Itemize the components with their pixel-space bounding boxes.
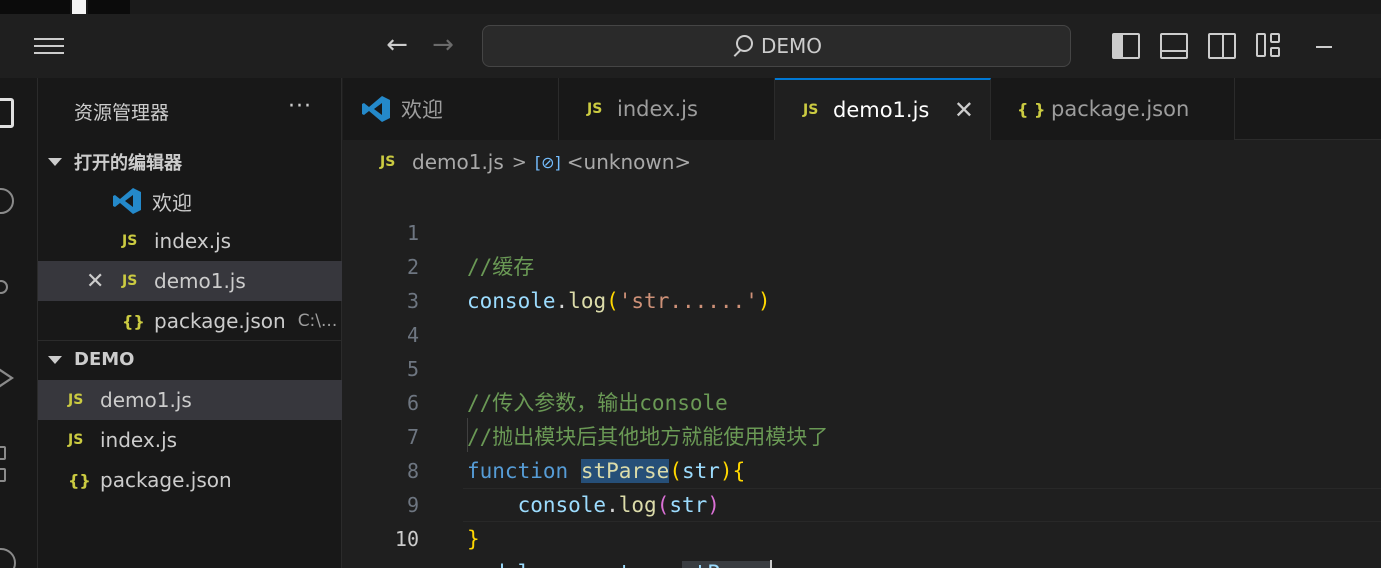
- vscode-icon: [361, 95, 391, 123]
- identifier-token: module: [467, 561, 543, 568]
- file-label: package.json: [100, 468, 232, 492]
- json-file-icon: { }: [1017, 99, 1046, 119]
- file-item-demo1-js[interactable]: JS demo1.js: [38, 380, 342, 420]
- js-file-icon: JS: [122, 233, 138, 249]
- js-file-icon: JS: [68, 432, 84, 448]
- open-editor-item-package-json[interactable]: {} package.json C:\...: [38, 301, 342, 341]
- extensions-icon[interactable]: [0, 446, 16, 486]
- identifier-token: exports: [556, 561, 645, 568]
- punct-token: .: [543, 561, 556, 568]
- activity-bar: [0, 78, 38, 568]
- search-icon: [731, 35, 753, 57]
- tab-demo1-js[interactable]: JS demo1.js ✕: [775, 78, 991, 140]
- customize-layout-icon[interactable]: [1256, 33, 1284, 59]
- tab-package-json[interactable]: { } package.json: [991, 78, 1235, 140]
- strip-segment: [72, 0, 86, 14]
- file-label: demo1.js: [100, 388, 192, 412]
- breadcrumb: JS demo1.js > [⊘] <unknown>: [380, 148, 691, 176]
- chevron-down-icon: [48, 355, 62, 364]
- toggle-panel-icon[interactable]: [1160, 33, 1188, 59]
- layout-controls: [1112, 33, 1284, 59]
- file-label: index.js: [100, 428, 178, 452]
- js-file-icon: JS: [803, 102, 819, 118]
- strip-segment: [88, 0, 130, 14]
- close-tab-icon[interactable]: ✕: [954, 96, 974, 124]
- code-line: 6 //抛出模块后其他地方就能使用模块了: [343, 352, 1381, 449]
- file-item-index-js[interactable]: JS index.js: [38, 420, 342, 460]
- command-center-search[interactable]: DEMO: [482, 25, 1071, 67]
- open-editor-item-demo1-js[interactable]: ✕ JS demo1.js: [38, 261, 342, 301]
- project-folder-title: DEMO: [74, 349, 135, 370]
- tab-label: 欢迎: [401, 98, 443, 122]
- forward-arrow-icon[interactable]: →: [428, 30, 458, 60]
- text-cursor: [770, 560, 773, 568]
- code-line: 2 console.log('str......'): [343, 216, 1381, 313]
- brace-token: }: [467, 527, 480, 551]
- menu-icon[interactable]: [34, 36, 64, 56]
- js-file-icon: JS: [587, 101, 603, 117]
- search-label: DEMO: [760, 34, 823, 58]
- identifier-token: stParse: [681, 561, 771, 568]
- breadcrumb-separator: >: [511, 151, 527, 173]
- code-line: 10 module.exports = stParse: [343, 488, 1381, 568]
- js-file-icon: JS: [380, 154, 396, 170]
- close-icon[interactable]: ✕: [86, 269, 104, 294]
- code-line: 5 //传入参数，输出console: [343, 318, 1381, 415]
- search-view-icon[interactable]: [0, 188, 14, 214]
- code-line: 7 function stParse(str){: [343, 386, 1381, 483]
- back-arrow-icon[interactable]: ←: [382, 30, 412, 60]
- code-line: 3: [343, 250, 1381, 313]
- remote-icon[interactable]: [0, 548, 16, 568]
- background-window-strip: [0, 0, 1381, 14]
- open-editor-label: package.json: [154, 309, 286, 333]
- code-line: 1 //缓存: [343, 182, 1381, 279]
- json-file-icon: {}: [68, 470, 91, 490]
- js-file-icon: JS: [122, 273, 138, 289]
- tab-label: demo1.js: [833, 98, 930, 122]
- source-control-icon[interactable]: [0, 280, 8, 294]
- vscode-icon: [112, 187, 142, 215]
- code-line: 9 }: [343, 454, 1381, 551]
- open-editor-item-welcome[interactable]: 欢迎: [38, 181, 342, 221]
- file-path-hint: C:\...: [297, 311, 338, 331]
- symbol-icon: [⊘]: [534, 152, 561, 172]
- sidebar-title: 资源管理器: [74, 102, 170, 124]
- tab-label: package.json: [1051, 97, 1190, 121]
- tab-welcome[interactable]: 欢迎: [343, 78, 559, 140]
- js-file-icon: JS: [68, 392, 84, 408]
- open-editor-item-index-js[interactable]: JS index.js: [38, 221, 342, 261]
- run-debug-icon[interactable]: [0, 366, 14, 390]
- open-editors-title: 打开的编辑器: [74, 152, 182, 174]
- explorer-icon[interactable]: [0, 98, 14, 128]
- toggle-sidebar-icon[interactable]: [1112, 33, 1140, 59]
- open-editor-label: demo1.js: [154, 269, 246, 293]
- tab-label: index.js: [617, 97, 698, 121]
- title-bar: ← → DEMO: [0, 14, 1381, 78]
- open-editor-label: 欢迎: [152, 190, 192, 215]
- editor-tab-bar: 欢迎 JS index.js JS demo1.js ✕ { } package…: [343, 78, 1381, 140]
- breadcrumb-file[interactable]: demo1.js: [412, 150, 504, 174]
- explorer-sidebar: 资源管理器 ··· 打开的编辑器 欢迎 JS index.js ✕ JS dem…: [38, 78, 342, 568]
- code-line: 4: [343, 284, 1381, 347]
- chevron-down-icon: [48, 157, 62, 166]
- operator-token: =: [644, 561, 682, 568]
- tab-index-js[interactable]: JS index.js: [559, 78, 775, 140]
- project-folder-header[interactable]: DEMO: [38, 340, 342, 378]
- line-number: 10: [394, 527, 419, 551]
- file-item-package-json[interactable]: {} package.json: [38, 460, 342, 500]
- more-actions-icon[interactable]: ···: [288, 94, 312, 119]
- toggle-secondary-sidebar-icon[interactable]: [1208, 33, 1236, 59]
- minimize-icon[interactable]: [1316, 46, 1332, 48]
- code-line: 8 console.log(str): [343, 420, 1381, 517]
- code-editor[interactable]: 1 //缓存 2 console.log('str......') 3 4 5 …: [343, 180, 1381, 568]
- json-file-icon: {}: [122, 311, 145, 331]
- breadcrumb-symbol[interactable]: <unknown>: [567, 150, 691, 174]
- open-editor-label: index.js: [154, 229, 232, 253]
- strip-segment: [0, 0, 70, 14]
- open-editors-header[interactable]: 打开的编辑器: [38, 142, 342, 180]
